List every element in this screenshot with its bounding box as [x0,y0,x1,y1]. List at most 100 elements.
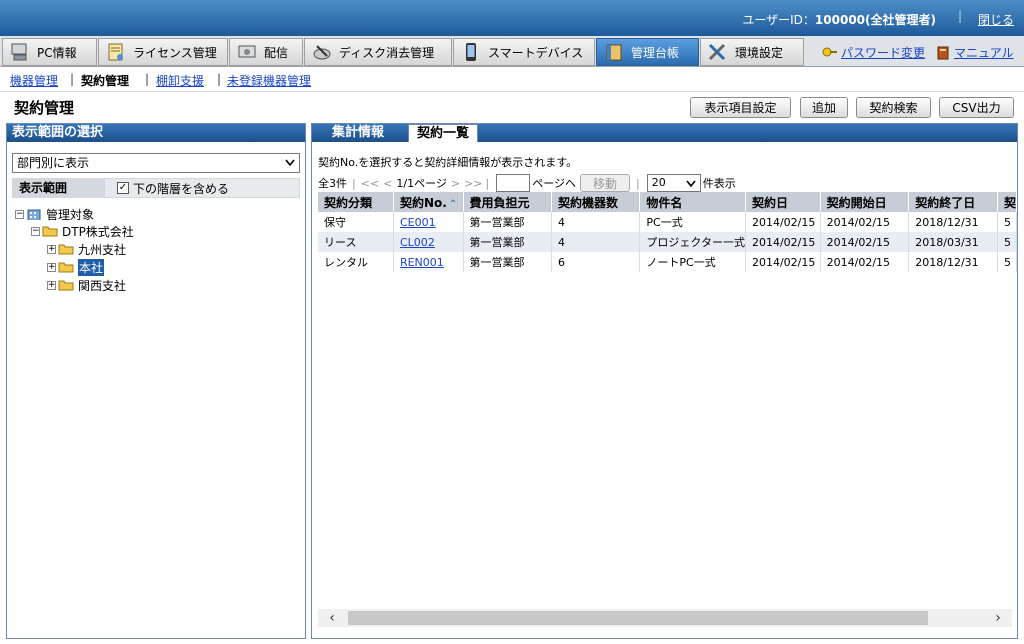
col-truncated[interactable]: 契 [997,192,1018,212]
cell-item-name: PC一式 [639,212,746,232]
tree-node-label: 管理対象 [46,207,95,222]
scroll-right-icon[interactable]: › [988,609,1008,627]
tab-ledger[interactable]: 管理台帳 [596,38,699,66]
tab-pc-info[interactable]: PC情報 [2,38,97,66]
tree-node[interactable]: + 本社 [47,258,105,276]
tree-node[interactable]: − DTP株式会社 [31,223,134,239]
cell-item-name: ノートPC一式 [639,252,746,272]
first-page-link[interactable]: << [361,177,379,190]
per-page-select[interactable]: 20 [646,174,701,192]
expand-icon[interactable]: + [47,262,56,272]
col-end-date[interactable]: 契約終了日 [908,192,998,212]
col-start-date[interactable]: 契約開始日 [820,192,910,212]
computer-icon [9,42,31,62]
cell-truncated: 5 [997,252,1018,272]
sort-ascending-icon: ⌃ [448,198,458,210]
tab-distribution[interactable]: 配信 [229,38,303,66]
tab-settings[interactable]: 環境設定 [700,38,804,66]
col-contract-no-label: 契約No. [399,195,447,210]
separator: | [145,72,150,86]
tab-label: 環境設定 [735,45,784,60]
cell-start-date: 2014/02/15 [820,212,910,232]
col-device-count[interactable]: 契約機器数 [551,192,641,212]
key-icon [822,47,837,56]
display-settings-button[interactable]: 表示項目設定 [690,97,791,118]
tab-contract-list[interactable]: 契約一覧 [408,124,479,142]
collapse-icon[interactable]: − [31,226,40,236]
add-button[interactable]: 追加 [800,97,848,118]
range-label: 表示範囲 [13,179,105,197]
cell-device-count: 6 [551,252,641,272]
cell-contract-date: 2014/02/15 [745,232,821,252]
col-item-name[interactable]: 物件名 [639,192,746,212]
tab-label: PC情報 [37,45,77,60]
view-select-value: 部門別に表示 [17,156,90,170]
tab-smart-device[interactable]: スマートデバイス [453,38,595,66]
csv-export-button[interactable]: CSV出力 [939,97,1014,118]
cell-end-date: 2018/12/31 [908,212,998,232]
contract-no-link[interactable]: CE001 [400,216,436,229]
tree-node[interactable]: + 九州支社 [47,241,126,257]
ledger-icon [603,42,625,62]
expand-icon[interactable]: + [47,280,56,290]
cell-device-count: 4 [551,232,641,252]
separator: | [70,72,75,86]
page-number-input[interactable] [496,174,531,192]
cell-truncated: 5 [997,232,1018,252]
subnav-device-management[interactable]: 機器管理 [10,72,58,89]
contract-search-button[interactable]: 契約検索 [856,97,931,118]
next-page-link[interactable]: > [451,177,460,190]
cell-start-date: 2014/02/15 [820,252,910,272]
cell-contract-no: CE001 [393,212,464,232]
prev-page-link[interactable]: < [383,177,392,190]
tree-node-label: 九州支社 [78,242,127,257]
folder-icon [58,280,74,291]
contract-no-link[interactable]: REN001 [400,256,444,269]
chevron-down-icon [285,159,295,167]
move-button[interactable]: 移動 [580,174,631,192]
col-cost-department[interactable]: 費用負担元 [463,192,552,212]
tab-license[interactable]: ライセンス管理 [98,38,228,66]
separator: | [636,176,640,190]
table-row: リース CL002 第一営業部 4 プロジェクター一式 2014/02/15 2… [318,232,1018,252]
chevron-down-icon [686,180,696,188]
tree-node[interactable]: + 関西支社 [47,277,126,293]
range-bar: 表示範囲 ✓ 下の階層を含める [12,178,300,198]
cell-contract-no: CL002 [393,232,464,252]
cell-item-name: プロジェクター一式 [639,232,746,252]
tab-disk-erase[interactable]: ディスク消去管理 [304,38,452,66]
scroll-left-icon[interactable]: ‹ [322,609,342,627]
collapse-icon[interactable]: − [15,209,24,219]
scroll-thumb[interactable] [348,611,928,625]
subnav-unregistered-devices[interactable]: 未登録機器管理 [227,72,311,89]
last-page-link[interactable]: >> [464,177,482,190]
scope-panel-header: 表示範囲の選択 [7,124,305,142]
instruction-text: 契約No.を選択すると契約詳細情報が表示されます。 [318,156,578,169]
view-select[interactable]: 部門別に表示 [12,153,300,173]
horizontal-scrollbar[interactable]: ‹ › [318,609,1012,627]
page-indicator: 1/1ページ [396,177,447,190]
tree-node[interactable]: − 管理対象 [15,206,94,222]
col-contract-type[interactable]: 契約分類 [318,192,394,212]
contract-no-link[interactable]: CL002 [400,236,435,249]
password-change-link[interactable]: パスワード変更 [822,44,925,61]
table-row: 保守 CE001 第一営業部 4 PC一式 2014/02/15 2014/02… [318,212,1018,232]
panel-tabs: 集計情報 契約一覧 [312,124,1017,142]
building-icon [27,209,41,220]
close-link[interactable]: 閉じる [978,11,1014,28]
page-title: 契約管理 [14,99,75,117]
expand-icon[interactable]: + [47,244,56,254]
table-header-row: 契約分類 契約No. ⌃ 費用負担元 契約機器数 物件名 契約日 契約開始日 契約… [318,192,1018,212]
tools-icon [707,42,729,62]
subnav-inventory-support[interactable]: 棚卸支援 [156,72,204,89]
scope-panel: 表示範囲の選択 部門別に表示 表示範囲 ✓ 下の階層を含める − 管理対象 − … [6,123,306,639]
col-contract-date[interactable]: 契約日 [745,192,821,212]
col-contract-no[interactable]: 契約No. ⌃ [393,192,464,212]
manual-link[interactable]: マニュアル [936,44,1014,61]
include-sub-label: 下の階層を含める [133,182,230,196]
page-header: 契約管理 表示項目設定 追加 契約検索 CSV出力 [0,91,1024,121]
include-sub-checkbox[interactable]: ✓ [117,182,129,194]
cell-end-date: 2018/03/31 [908,232,998,252]
tab-summary[interactable]: 集計情報 [324,124,392,142]
tab-label: スマートデバイス [488,45,584,60]
